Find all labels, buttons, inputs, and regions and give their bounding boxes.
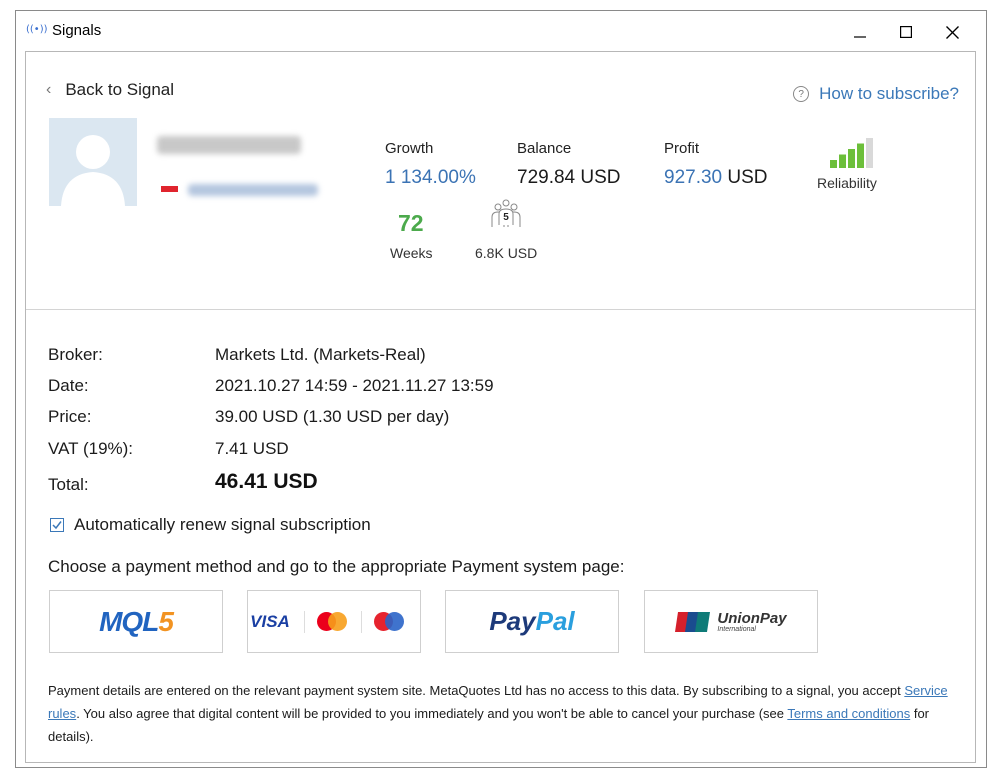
mql5-logo-a: MQL [99,605,159,637]
price-value: 39.00 USD (1.30 USD per day) [215,407,450,426]
balance-label: Balance [517,140,572,157]
reliability-bar [866,138,873,168]
minimize-button[interactable] [838,17,882,47]
subscribers-count: 5 [503,212,509,223]
mql5-logo-b: 5 [158,605,174,637]
window-title: Signals [52,22,102,39]
pay-unionpay-button[interactable]: UnionPay International [644,590,818,653]
broker-label: Broker: [48,345,103,364]
vat-label: VAT (19%): [48,439,134,458]
mql5-logo: MQL5 [99,605,174,638]
checkmark-icon [52,521,62,530]
profit-value: 927.30 USD [664,167,768,189]
price-label: Price: [48,407,92,426]
unionpay-logo: UnionPay International [717,611,786,633]
back-label: Back to Signal [65,80,175,99]
minimize-icon [854,36,866,38]
signal-broadcast-icon: ((•)) [26,24,48,35]
pay-paypal-button[interactable]: PayPal [445,590,619,653]
back-to-signal-link[interactable]: ‹ Back to Signal [46,80,174,100]
help-icon: ? [793,86,810,102]
close-button[interactable] [930,17,974,47]
unionpay-name: UnionPay [717,609,787,627]
subscription-panel: ‹ Back to Signal ? How to subscribe? Gro… [25,51,976,763]
disclaimer-text-1: Payment details are entered on the relev… [48,683,905,698]
date-value: 2021.10.27 14:59 - 2021.11.27 13:59 [215,376,494,395]
maximize-button[interactable] [884,17,928,47]
weeks-label: Weeks [390,245,433,261]
auto-renew-checkbox[interactable] [50,518,64,532]
how-to-label: How to subscribe? [819,84,959,103]
paypal-logo-b: Pal [535,606,575,636]
paypal-logo-a: Pay [489,606,536,636]
subscribers-icon: 5 [491,199,521,227]
pay-card-button[interactable]: VISA [247,590,421,653]
pay-mql5-button[interactable]: MQL5 [49,590,223,653]
profit-label: Profit [664,140,700,157]
growth-value: 1 134.00% [385,167,476,188]
country-flag [161,186,178,192]
logo-separator [360,610,362,633]
profit-amount: 927.30 [664,167,723,188]
logo-separator [303,610,305,633]
unionpay-emblem-icon [675,611,711,632]
auto-renew-label[interactable]: Automatically renew signal subscription [74,515,371,535]
divider [26,309,975,310]
how-to-subscribe-link[interactable]: ? How to subscribe? [793,84,959,104]
avatar [49,118,137,206]
title-bar: ((•)) Signals [16,11,986,51]
unionpay-sub: International [717,625,756,633]
visa-logo: VISA [250,611,290,631]
paypal-logo: PayPal [489,606,574,637]
chevron-left-icon: ‹ [46,81,52,98]
weeks-value: 72 [398,210,424,236]
total-label: Total: [48,475,89,494]
signal-name-redacted [157,136,301,154]
payment-disclaimer: Payment details are entered on the relev… [48,679,963,748]
signals-window: ((•)) Signals ‹ Back to Signal ? How to … [15,10,987,768]
close-icon [945,25,959,39]
profit-currency: USD [727,167,768,188]
broker-value: Markets Ltd. (Markets-Real) [215,345,426,364]
user-placeholder-icon [61,135,125,206]
reliability-bar [839,154,846,168]
payment-prompt: Choose a payment method and go to the ap… [48,557,625,576]
maestro-logo-icon [373,611,404,632]
maximize-icon [900,26,912,38]
reliability-bars-icon [830,138,873,168]
vat-value: 7.41 USD [215,439,289,458]
balance-value: 729.84 USD [517,167,621,188]
disclaimer-text-2: . You also agree that digital content wi… [76,706,788,721]
growth-label: Growth [385,140,434,157]
reliability-label: Reliability [817,175,877,191]
total-value: 46.41 USD [215,470,318,493]
mastercard-logo-icon [316,611,347,632]
reliability-bar [857,143,864,168]
author-name-redacted [188,184,318,196]
reliability-bar [830,160,837,168]
reliability-bar [848,149,855,168]
subscribers-funds: 6.8K USD [475,245,538,261]
date-label: Date: [48,376,89,395]
terms-and-conditions-link[interactable]: Terms and conditions [787,706,910,721]
